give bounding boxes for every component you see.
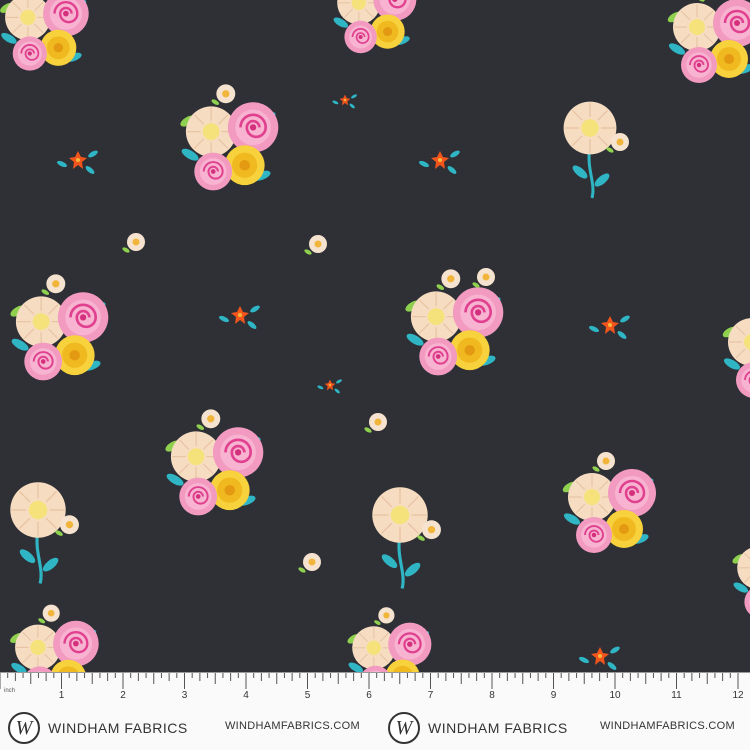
brand-block-right: W WINDHAM FABRICS bbox=[388, 710, 568, 746]
ruler-number: 2 bbox=[120, 690, 126, 701]
windham-logo-icon: W bbox=[388, 712, 420, 744]
brand-url-right: WINDHAMFABRICS.COM bbox=[600, 720, 735, 732]
ruler-number: 12 bbox=[732, 690, 744, 701]
fabric-background bbox=[0, 0, 750, 672]
measuring-ruler: inch 1 2 3 4 5 6 7 8 9 10 11 12 W WINDHAM FABRICS W… bbox=[0, 672, 750, 750]
ruler-number: 3 bbox=[181, 690, 188, 701]
floral-fabric-pattern bbox=[0, 0, 750, 672]
ruler-number: 6 bbox=[366, 690, 372, 701]
ruler-number: 4 bbox=[243, 690, 249, 701]
ruler-number: 8 bbox=[489, 690, 495, 701]
ruler-number: 5 bbox=[304, 690, 311, 701]
ruler-number: 7 bbox=[427, 690, 434, 701]
ruler-unit-label: inch bbox=[4, 688, 16, 694]
ruler-number: 11 bbox=[671, 690, 682, 701]
brand-name-right: WINDHAM FABRICS bbox=[428, 720, 568, 736]
ruler-number: 10 bbox=[609, 690, 621, 701]
brand-name-left: WINDHAM FABRICS bbox=[48, 720, 188, 736]
brand-url-left: WINDHAMFABRICS.COM bbox=[225, 720, 360, 732]
brand-block-left: W WINDHAM FABRICS bbox=[8, 710, 188, 746]
windham-logo-icon: W bbox=[8, 712, 40, 744]
ruler-number: 1 bbox=[58, 690, 65, 701]
fabric-swatch: inch 1 2 3 4 5 6 7 8 9 10 11 12 W WINDHAM FABRICS W… bbox=[0, 0, 750, 750]
ruler-number: 9 bbox=[550, 690, 557, 701]
